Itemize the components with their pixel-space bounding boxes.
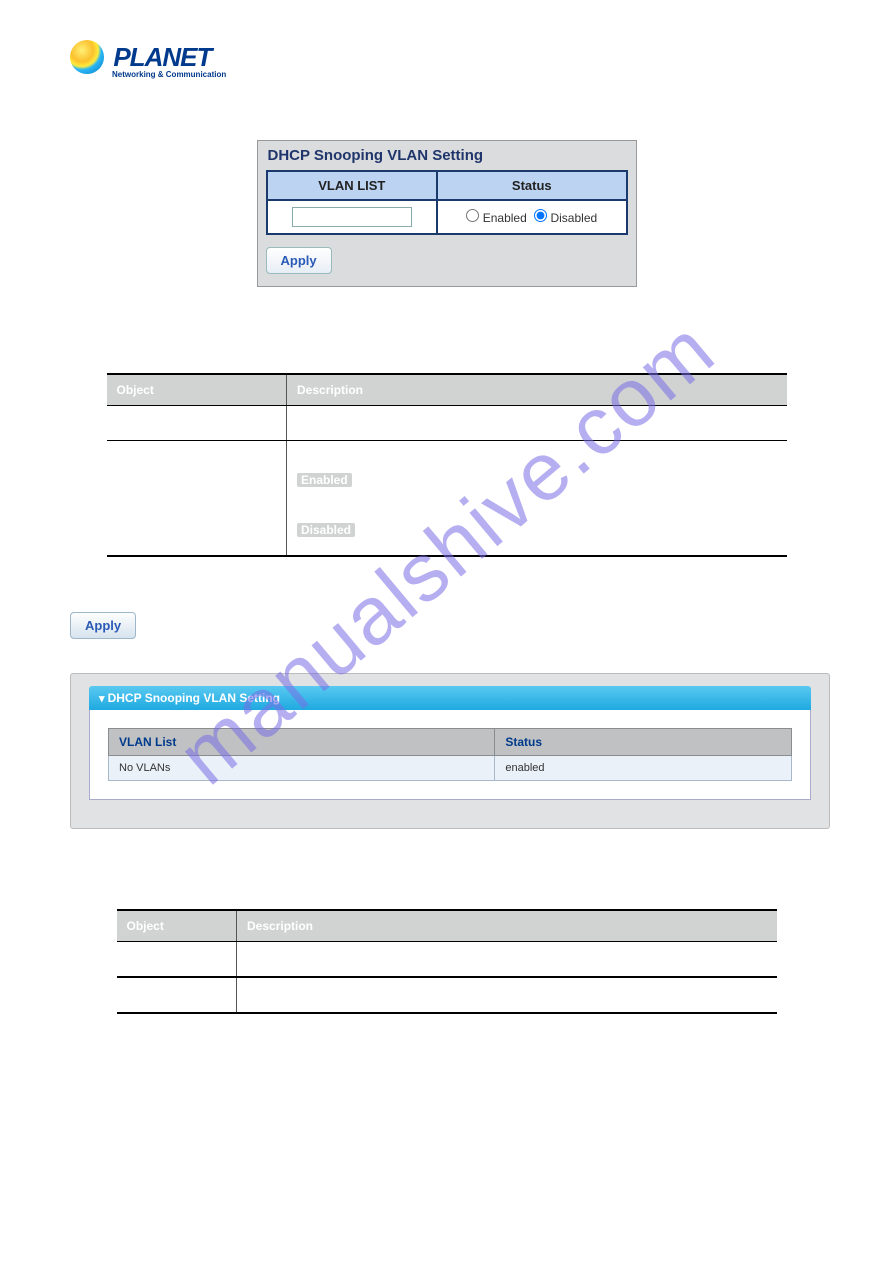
opt-enabled-label: Enabled — [297, 473, 352, 487]
col-status: Status — [437, 171, 626, 200]
t2-r2-desc: Display the current status. — [237, 977, 777, 1013]
vlan-list-input[interactable] — [292, 207, 412, 227]
apply-button[interactable]: Apply — [266, 247, 332, 274]
t1-r2-object: • Status — [107, 441, 287, 557]
opt-enabled-desc: : Enable DHCP snooping mode operation. W… — [297, 473, 772, 515]
p2-col-status: Status — [495, 729, 792, 756]
radio-disabled[interactable] — [534, 209, 547, 222]
panel-title: DHCP Snooping VLAN Setting — [258, 141, 636, 170]
screenshot-panel-vlan-status: DHCP Snooping VLAN Setting VLAN List Sta… — [70, 673, 830, 829]
p2-row-status: enabled — [495, 756, 792, 781]
vlan-status-table: VLAN List Status No VLANs enabled — [108, 728, 792, 781]
radio-disabled-label: Disabled — [550, 211, 597, 225]
opt-disabled-desc: : Disable DHCP snooping mode operation. — [355, 523, 581, 537]
apply-button-desc: : Click to apply changes. — [139, 619, 269, 633]
buttons-heading: Buttons — [70, 579, 823, 594]
figure-caption-2: Figure 4-9-38 DHCP Snooping VLAN Setting… — [70, 843, 823, 857]
figure-caption-1: Figure 4-9-37 DHCP Snooping VLAN Setting… — [70, 307, 823, 321]
t1-h-description: Description — [287, 374, 787, 406]
status-disabled-option[interactable]: Disabled — [534, 211, 597, 225]
page-header: PLANET Networking & Communication User's… — [70, 40, 823, 100]
t1-r1-desc: Indicates the ID of this particular VLAN… — [287, 406, 787, 441]
logo-globe-icon — [70, 40, 104, 74]
opt-disabled-label: Disabled — [297, 523, 355, 537]
p2-row-vlan: No VLANs — [109, 756, 495, 781]
t1-r2-opt-disabled: Disabled: Disable DHCP snooping mode ope… — [297, 523, 777, 537]
logo-brand: PLANET — [113, 42, 211, 73]
t2-r1-object: • VLAN List — [117, 942, 237, 978]
t1-r2-desc: Indicates the DHCP snooping mode operati… — [287, 441, 787, 557]
screenshot-panel-vlan-setting: DHCP Snooping VLAN Setting VLAN LIST Sta… — [257, 140, 637, 287]
intro-text-1: The page includes the following fields: — [70, 345, 823, 359]
intro-text-2: The page includes the following fields: — [70, 881, 823, 895]
p2-col-vlan: VLAN List — [109, 729, 495, 756]
t1-r2-opt-enabled: Enabled: Enable DHCP snooping mode opera… — [297, 473, 777, 515]
status-enabled-option[interactable]: Enabled — [466, 211, 526, 225]
apply-button-example[interactable]: Apply — [70, 612, 136, 639]
object-description-table-2: Object Description • VLAN List Display t… — [117, 909, 777, 1014]
t2-h-description: Description — [237, 910, 777, 942]
t1-r1-object: • VLAN List — [107, 406, 287, 441]
t2-r2-object: • Status — [117, 977, 237, 1013]
t2-r1-desc: Display the current VLAN list. — [237, 942, 777, 978]
page-number: 299 — [70, 1054, 823, 1066]
radio-enabled-label: Enabled — [483, 211, 527, 225]
panel2-header[interactable]: DHCP Snooping VLAN Setting — [89, 686, 811, 710]
vlan-setting-table: VLAN LIST Status Enabled Disabled — [266, 170, 628, 235]
radio-enabled[interactable] — [466, 209, 479, 222]
header-subtitle: User's Manual of WGSW-48040HP — [632, 66, 803, 78]
object-description-table-1: Object Description • VLAN List Indicates… — [107, 373, 787, 557]
t1-r2-line1: Indicates the DHCP snooping mode operati… — [297, 451, 777, 465]
t2-h-object: Object — [117, 910, 237, 942]
t1-h-object: Object — [107, 374, 287, 406]
col-vlan-list: VLAN LIST — [267, 171, 438, 200]
